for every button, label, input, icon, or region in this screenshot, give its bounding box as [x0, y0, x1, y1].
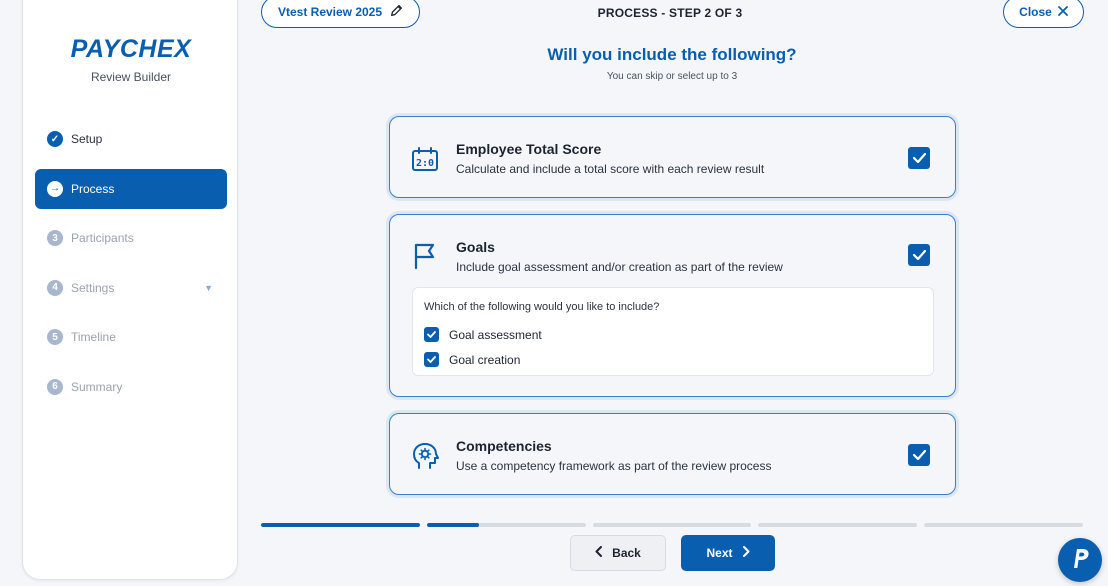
goal-assessment-checkbox[interactable]: Goal assessment — [424, 327, 542, 342]
step-number-badge: 6 — [47, 378, 63, 395]
review-builder-page: PAYCHEX Review Builder ✓ Setup → Process… — [0, 0, 1108, 586]
next-label: Next — [706, 546, 733, 560]
option-description: Include goal assessment and/or creation … — [456, 260, 783, 274]
checkbox-checked-icon[interactable] — [908, 147, 930, 169]
step-number-badge: 4 — [47, 279, 63, 296]
sidebar-item-process[interactable]: → Process — [35, 168, 227, 209]
option-card-total-score[interactable]: 2:0 Employee Total Score Calculate and i… — [389, 116, 956, 198]
page-title: Will you include the following? — [547, 45, 797, 64]
page-subtitle: You can skip or select up to 3 — [606, 71, 738, 82]
chevron-left-icon — [595, 546, 603, 560]
step-number-badge: 5 — [47, 329, 63, 346]
sidebar-item-label: Setup — [71, 132, 103, 146]
checkbox-checked-icon — [424, 352, 439, 367]
checkbox-checked-icon[interactable] — [908, 444, 930, 466]
sub-question: Which of the following would you like to… — [424, 301, 660, 313]
progress-segment — [758, 523, 918, 527]
step-indicator: PROCESS - STEP 2 OF 3 — [597, 6, 743, 20]
progress-segment-fill — [261, 523, 420, 527]
sidebar-item-label: Participants — [71, 231, 134, 246]
sidebar-item-setup[interactable]: ✓ Setup — [35, 119, 227, 159]
goal-creation-checkbox[interactable]: Goal creation — [424, 352, 520, 367]
sidebar-item-label: Process — [71, 181, 115, 196]
arrow-circle-icon: → — [47, 180, 63, 197]
chevron-down-icon[interactable]: ▼ — [204, 283, 213, 293]
review-name-button[interactable]: Vtest Review 2025 — [261, 0, 420, 28]
paychex-logo: PAYCHEX — [70, 35, 192, 63]
sidebar: PAYCHEX Review Builder ✓ Setup → Process… — [22, 0, 238, 580]
check-circle-icon: ✓ — [47, 131, 63, 147]
sidebar-item-settings[interactable]: 4 Settings ▼ — [35, 268, 227, 308]
close-label: Close — [1019, 5, 1052, 19]
close-icon — [1057, 5, 1068, 19]
next-button[interactable]: Next — [681, 535, 775, 571]
back-label: Back — [612, 546, 641, 560]
sidebar-item-label: Settings — [71, 280, 115, 295]
sidebar-item-label: Timeline — [71, 330, 116, 345]
option-card-competencies[interactable]: Competencies Use a competency framework … — [389, 413, 956, 495]
checkbox-checked-icon — [424, 327, 439, 342]
progress-segment — [924, 523, 1083, 527]
progress-bar — [261, 523, 1083, 527]
step-nav: ✓ Setup → Process 3 Participants 4 Setti… — [35, 119, 227, 417]
progress-segment-fill — [426, 523, 480, 527]
pencil-icon — [390, 4, 403, 20]
scoreboard-icon: 2:0 — [410, 144, 440, 174]
option-title: Competencies — [456, 438, 552, 454]
option-description: Calculate and include a total score with… — [456, 162, 765, 176]
review-name: Vtest Review 2025 — [277, 5, 383, 19]
sub-option-label: Goal assessment — [449, 327, 542, 342]
progress-segment — [592, 523, 752, 527]
head-gear-icon — [410, 441, 440, 471]
checkbox-checked-icon[interactable] — [908, 244, 930, 266]
flag-icon — [410, 241, 440, 271]
progress-segment — [261, 523, 420, 527]
sidebar-item-label: Summary — [71, 379, 123, 394]
option-title: Goals — [456, 239, 495, 255]
back-button[interactable]: Back — [570, 535, 666, 571]
chevron-right-icon — [742, 546, 750, 560]
paychex-assistant-button[interactable] — [1058, 538, 1102, 582]
step-number-badge: 3 — [47, 230, 63, 247]
sidebar-item-timeline[interactable]: 5 Timeline — [35, 317, 227, 357]
goals-sub-options-panel: Which of the following would you like to… — [412, 287, 934, 376]
option-title: Employee Total Score — [456, 141, 602, 157]
option-card-goals[interactable]: Goals Include goal assessment and/or cre… — [389, 214, 956, 397]
option-description: Use a competency framework as part of th… — [456, 459, 772, 473]
close-button[interactable]: Close — [1003, 0, 1084, 28]
sub-option-label: Goal creation — [449, 352, 521, 367]
svg-text:2:0: 2:0 — [416, 158, 434, 169]
paychex-p-icon — [1067, 545, 1093, 576]
progress-segment — [426, 523, 586, 527]
sidebar-item-participants[interactable]: 3 Participants — [35, 218, 227, 258]
sidebar-item-summary[interactable]: 6 Summary — [35, 367, 227, 407]
app-name: Review Builder — [90, 70, 172, 84]
